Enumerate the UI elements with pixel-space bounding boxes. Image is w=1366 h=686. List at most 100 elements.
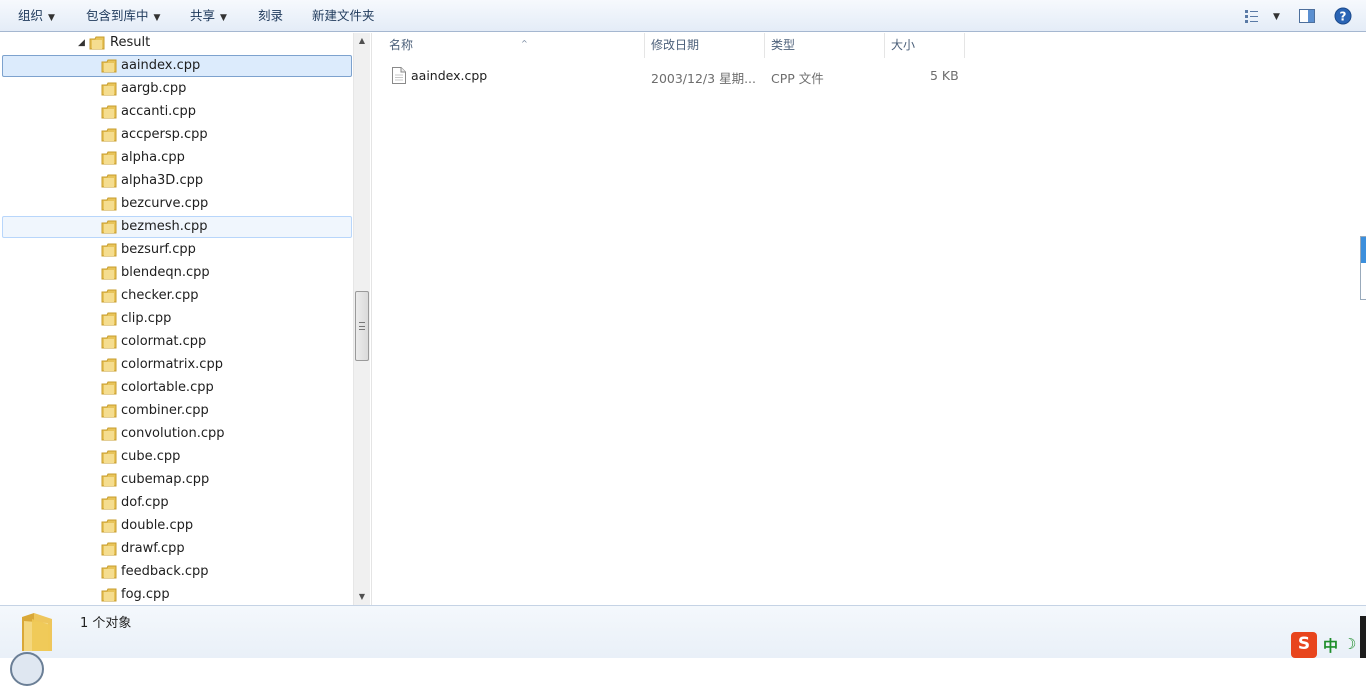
scroll-up-icon[interactable]: ▲ [354,33,370,49]
column-header-type[interactable]: 类型 [765,33,885,58]
side-panel-tab[interactable] [1360,236,1366,300]
file-list-pane: 名称 ^ 修改日期 类型 大小 aaindex.cpp 2003/12/3 星期… [371,33,1366,605]
nav-folder-item[interactable]: alpha.cpp [2,147,352,169]
nav-folder-item[interactable]: dof.cpp [2,492,352,514]
nav-item-label: double.cpp [121,518,194,533]
view-options-dropdown[interactable]: ▼ [1268,6,1280,24]
nav-folder-item[interactable]: bezsurf.cpp [2,239,352,261]
folder-icon [101,105,117,119]
screen-edge [1360,616,1366,658]
folder-icon [101,519,117,533]
folder-icon [101,450,117,464]
new-folder-button[interactable]: 新建文件夹 [312,7,375,25]
navigation-pane: ◢ Result aaindex.cpp aargb.cpp accanti.cpp… [0,33,370,605]
file-size: 5 KB [930,68,959,83]
nav-folder-item[interactable]: checker.cpp [2,285,352,307]
folder-icon [101,404,117,418]
item-count: 1 个对象 [80,616,132,631]
nav-folder-item[interactable]: combiner.cpp [2,400,352,422]
help-icon[interactable]: ? [1334,7,1352,25]
folder-icon [101,197,117,211]
start-orb[interactable] [10,652,44,686]
folder-icon [101,588,117,602]
chevron-down-icon: ▼ [153,13,161,23]
nav-folder-item[interactable]: blendeqn.cpp [2,262,352,284]
nav-folder-item[interactable]: aaindex.cpp [2,55,352,77]
nav-item-label: checker.cpp [121,288,199,303]
share-button[interactable]: 共享 ▼ [190,7,227,25]
grip-icon [359,322,365,330]
details-pane: 1 个对象 S 中 ☽ [0,605,1366,658]
folder-icon [101,243,117,257]
tree-item-result[interactable]: ◢ Result [0,33,350,55]
chevron-down-icon: ▼ [48,13,55,23]
sort-up-icon: ^ [521,39,528,48]
nav-item-label: fog.cpp [121,587,170,602]
nav-item-label: aargb.cpp [121,81,187,96]
scroll-thumb[interactable] [355,291,369,361]
nav-folder-item[interactable]: alpha3D.cpp [2,170,352,192]
share-label: 共享 [190,8,216,23]
nav-folder-item[interactable]: accanti.cpp [2,101,352,123]
moon-icon[interactable]: ☽ [1343,635,1356,653]
folder-icon [101,496,117,510]
nav-folder-item[interactable]: bezmesh.cpp [2,216,352,238]
nav-folder-item[interactable]: accpersp.cpp [2,124,352,146]
nav-scrollbar[interactable]: ▲ ▼ [353,33,370,605]
column-header-size[interactable]: 大小 [885,33,965,58]
organize-label: 组织 [18,8,44,23]
folder-icon [101,289,117,303]
column-header-modified[interactable]: 修改日期 [645,33,765,58]
nav-item-label: alpha.cpp [121,150,185,165]
nav-folder-item[interactable]: bezcurve.cpp [2,193,352,215]
nav-folder-item[interactable]: colormatrix.cpp [2,354,352,376]
burn-button[interactable]: 刻录 [258,7,283,25]
file-type: CPP 文件 [771,71,824,86]
nav-folder-item[interactable]: fog.cpp [2,584,352,605]
folder-icon [89,36,105,50]
view-list-icon[interactable] [1243,7,1261,25]
nav-item-label: feedback.cpp [121,564,209,579]
ime-toolbar[interactable]: S 中 ☽ [1291,632,1361,658]
nav-folder-item[interactable]: double.cpp [2,515,352,537]
nav-item-label: accanti.cpp [121,104,196,119]
nav-folder-item[interactable]: convolution.cpp [2,423,352,445]
nav-item-label: convolution.cpp [121,426,225,441]
nav-item-label: bezcurve.cpp [121,196,209,211]
folder-icon [101,82,117,96]
file-row[interactable]: aaindex.cpp 2003/12/3 星期... CPP 文件 5 KB [386,65,966,87]
include-in-library-button[interactable]: 包含到库中 ▼ [86,7,160,25]
nav-folder-item[interactable]: colormat.cpp [2,331,352,353]
burn-label: 刻录 [258,8,284,23]
column-header-label: 名称 [389,38,414,52]
folder-icon [101,381,117,395]
nav-item-label: bezsurf.cpp [121,242,196,257]
folder-icon [101,358,117,372]
nav-folder-item[interactable]: cube.cpp [2,446,352,468]
tree-item-label: Result [110,35,151,50]
organize-button[interactable]: 组织 ▼ [18,7,55,25]
ime-mode-label[interactable]: 中 [1323,635,1338,656]
nav-item-label: colormatrix.cpp [121,357,223,372]
svg-text:?: ? [1340,10,1347,24]
folder-icon [101,220,117,234]
folder-icon [101,542,117,556]
nav-item-label: drawf.cpp [121,541,185,556]
nav-folder-item[interactable]: colortable.cpp [2,377,352,399]
nav-folder-item[interactable]: cubemap.cpp [2,469,352,491]
scroll-down-icon[interactable]: ▼ [354,589,370,605]
nav-folder-item[interactable]: feedback.cpp [2,561,352,583]
column-header-label: 大小 [891,38,916,52]
nav-item-label: combiner.cpp [121,403,209,418]
preview-pane-icon[interactable] [1298,7,1316,25]
collapse-triangle-icon[interactable]: ◢ [78,38,85,48]
column-header-name[interactable]: 名称 ^ [383,33,645,58]
file-icon [392,67,406,84]
nav-folder-item[interactable]: drawf.cpp [2,538,352,560]
nav-item-label: accpersp.cpp [121,127,208,142]
folder-icon [101,174,117,188]
nav-item-label: alpha3D.cpp [121,173,204,188]
nav-folder-item[interactable]: clip.cpp [2,308,352,330]
chevron-down-icon: ▼ [1273,12,1280,22]
nav-folder-item[interactable]: aargb.cpp [2,78,352,100]
